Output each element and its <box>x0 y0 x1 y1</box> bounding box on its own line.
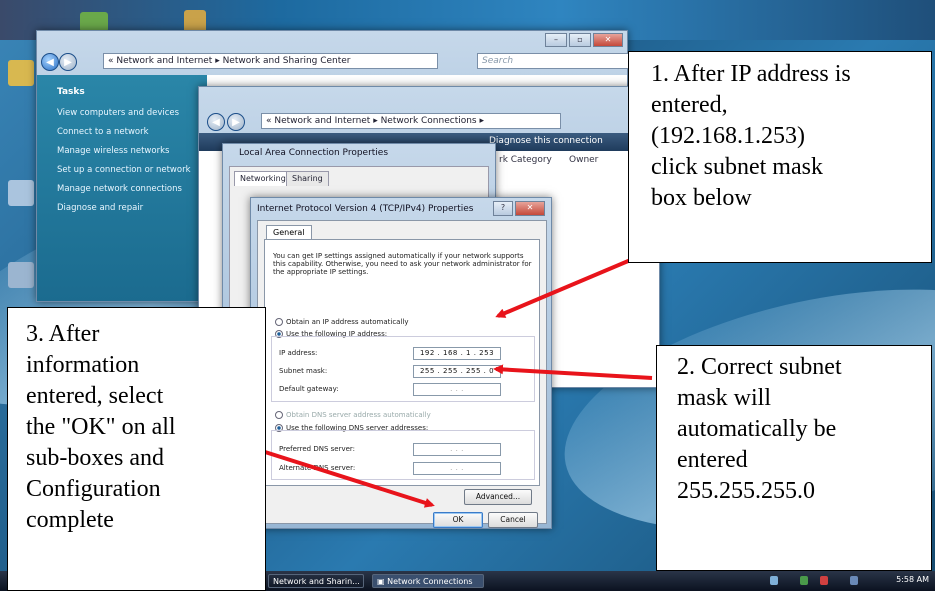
dialog-title: Internet Protocol Version 4 (TCP/IPv4) P… <box>257 204 474 214</box>
forward-arrow-icon[interactable]: ▶ <box>59 53 77 71</box>
callout-text: 1. After IP address is entered, (192.168… <box>651 61 851 211</box>
close-icon[interactable]: ✕ <box>515 201 545 216</box>
cancel-button[interactable]: Cancel <box>488 512 538 528</box>
task-link[interactable]: Manage network connections <box>57 184 182 194</box>
window-title: Local Area Connection Properties <box>239 148 389 158</box>
tasks-panel: Tasks View computers and devices Connect… <box>37 75 207 301</box>
advanced-button[interactable]: Advanced... <box>464 489 532 505</box>
default-gateway-label: Default gateway: <box>279 385 339 393</box>
task-link[interactable]: Connect to a network <box>57 127 149 137</box>
back-arrow-icon[interactable]: ◀ <box>207 113 225 131</box>
back-arrow-icon[interactable]: ◀ <box>41 53 59 71</box>
close-icon[interactable]: ✕ <box>593 33 623 47</box>
tab-general[interactable]: General <box>266 225 312 240</box>
ip-address-field[interactable]: 192 . 168 . 1 . 253 <box>413 347 501 360</box>
subnet-mask-label: Subnet mask: <box>279 367 328 375</box>
top-caption-fragment <box>0 0 700 7</box>
volume-icon[interactable] <box>850 576 858 585</box>
alternate-dns-field[interactable]: . . . <box>413 462 501 475</box>
dialog-body: General You can get IP settings assigned… <box>257 220 547 528</box>
desktop-icon[interactable] <box>8 180 34 206</box>
callout-step-2: 2. Correct subnet mask will automaticall… <box>656 345 932 571</box>
ok-button[interactable]: OK <box>433 512 483 528</box>
dialog-controls: ? ✕ <box>493 201 545 216</box>
taskbar-item-label: Network Connections <box>387 577 473 586</box>
column-header-owner[interactable]: Owner <box>569 155 598 165</box>
minimize-icon[interactable]: – <box>545 33 567 47</box>
address-bar[interactable]: « Network and Internet ▸ Network Connect… <box>261 113 561 129</box>
task-link[interactable]: Diagnose and repair <box>57 203 143 213</box>
taskbar-item-network-sharing[interactable]: Network and Sharin... <box>268 574 364 588</box>
task-link[interactable]: Manage wireless networks <box>57 146 169 156</box>
network-icon: ▣ <box>377 577 388 586</box>
task-link[interactable]: Set up a connection or network <box>57 165 191 175</box>
callout-text: 3. After information entered, select the… <box>26 321 176 533</box>
ip-address-label: IP address: <box>279 349 318 357</box>
tray-icon[interactable] <box>800 576 808 585</box>
preferred-dns-field[interactable]: . . . <box>413 443 501 456</box>
tab-networking[interactable]: Networking <box>234 171 292 186</box>
desktop-icon[interactable] <box>8 60 34 86</box>
column-header-category[interactable]: rk Category <box>499 155 552 165</box>
radio-button[interactable] <box>275 411 283 419</box>
callout-step-3: 3. After information entered, select the… <box>7 307 266 591</box>
alternate-dns-label: Alternate DNS server: <box>279 464 356 472</box>
task-link[interactable]: View computers and devices <box>57 108 179 118</box>
subnet-mask-field[interactable]: 255 . 255 . 255 . 0 <box>413 365 501 378</box>
radio-label: Obtain DNS server address automatically <box>286 411 431 419</box>
address-bar[interactable]: « Network and Internet ▸ Network and Sha… <box>103 53 438 69</box>
radio-obtain-ip-auto[interactable]: Obtain an IP address automatically <box>275 318 409 326</box>
radio-label: Obtain an IP address automatically <box>286 318 409 326</box>
default-gateway-field[interactable]: . . . <box>413 383 501 396</box>
callout-step-1: 1. After IP address is entered, (192.168… <box>628 51 932 263</box>
window-controls: – ▫ ✕ <box>545 33 623 47</box>
tab-sharing[interactable]: Sharing <box>286 171 329 186</box>
diagnose-connection-button[interactable]: Diagnose this connection <box>489 136 603 146</box>
callout-text: 2. Correct subnet mask will automaticall… <box>677 354 842 504</box>
general-panel: You can get IP settings assigned automat… <box>264 239 540 486</box>
help-icon[interactable]: ? <box>493 201 513 216</box>
tasks-heading: Tasks <box>57 87 85 97</box>
desktop-icon[interactable] <box>8 262 34 288</box>
tray-icon[interactable] <box>820 576 828 585</box>
maximize-icon[interactable]: ▫ <box>569 33 591 47</box>
clock[interactable]: 5:58 AM <box>896 575 929 584</box>
dialog-description: You can get IP settings assigned automat… <box>273 252 532 276</box>
tcpip-properties-dialog[interactable]: Internet Protocol Version 4 (TCP/IPv4) P… <box>250 197 552 529</box>
tray-icon[interactable] <box>770 576 778 585</box>
radio-button[interactable] <box>275 318 283 326</box>
radio-obtain-dns-auto[interactable]: Obtain DNS server address automatically <box>275 411 431 419</box>
taskbar-item-network-connections[interactable]: ▣ Network Connections <box>372 574 484 588</box>
forward-arrow-icon[interactable]: ▶ <box>227 113 245 131</box>
search-input[interactable]: Search <box>477 53 637 69</box>
desktop-icon[interactable] <box>80 12 108 32</box>
preferred-dns-label: Preferred DNS server: <box>279 445 356 453</box>
